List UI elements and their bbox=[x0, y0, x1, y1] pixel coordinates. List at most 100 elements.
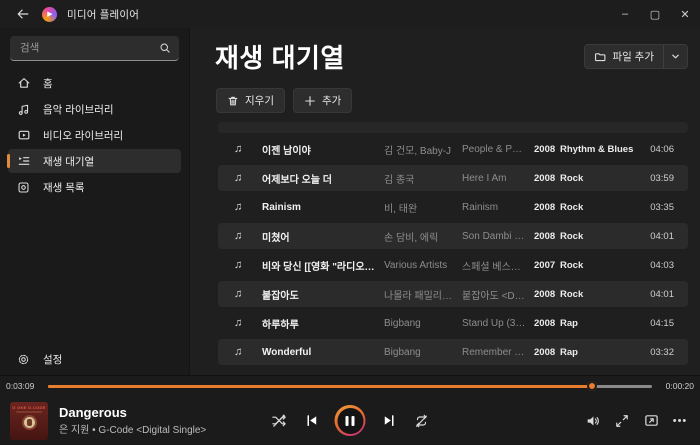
table-row[interactable]: ♫ Wonderful Bigbang Remember <Digi... 20… bbox=[218, 339, 688, 365]
table-row[interactable]: ♫ 어제보다 오늘 더 김 종국 Here I Am 2008 Rock 03:… bbox=[218, 165, 688, 191]
table-row[interactable]: ♫ 미쳤어 손 담비, 에릭 Son Dambi Mini... 2008 Ro… bbox=[218, 223, 688, 249]
song-year: 2008 bbox=[534, 202, 560, 213]
pause-icon bbox=[337, 408, 363, 434]
next-button[interactable] bbox=[379, 411, 399, 431]
song-genre: Rap bbox=[560, 318, 644, 329]
song-genre: Rock bbox=[560, 289, 644, 300]
sidebar-item-music-library[interactable]: 음악 라이브러리 bbox=[8, 97, 181, 121]
song-artist: 나몰라 패밀리, 네... bbox=[384, 287, 462, 302]
playlist-icon bbox=[16, 181, 31, 194]
shuffle-off-icon bbox=[270, 412, 287, 429]
search-input[interactable] bbox=[18, 41, 153, 55]
back-arrow-icon bbox=[16, 7, 30, 21]
minimize-button[interactable]: – bbox=[610, 0, 640, 28]
sidebar-item-label: 홈 bbox=[43, 76, 53, 91]
album-art-detail bbox=[16, 411, 42, 413]
main-content: 재생 대기열 파일 추가 지우기 bbox=[190, 28, 700, 375]
fullscreen-button[interactable] bbox=[612, 411, 632, 431]
list-row-partial[interactable] bbox=[218, 122, 688, 133]
folder-icon bbox=[594, 51, 606, 63]
song-title: 이젠 남이야 bbox=[262, 142, 384, 157]
song-year: 2008 bbox=[534, 289, 560, 300]
mini-player-icon bbox=[644, 413, 659, 428]
add-label: 추가 bbox=[322, 93, 341, 108]
volume-icon bbox=[585, 413, 601, 429]
clear-label: 지우기 bbox=[245, 93, 274, 108]
table-row[interactable]: ♫ 하루하루 Bigbang Stand Up (3rd Mi... 2008 … bbox=[218, 310, 688, 336]
sidebar-nav: 홈 음악 라이브러리 비디오 라이브러리 bbox=[8, 71, 181, 199]
close-button[interactable]: ✕ bbox=[670, 0, 700, 28]
now-playing-subtitle: 은 지원 • G-Code <Digital Single> bbox=[59, 421, 206, 436]
song-genre: Rap bbox=[560, 347, 644, 358]
song-year: 2008 bbox=[534, 231, 560, 242]
sidebar-item-play-queue[interactable]: 재생 대기열 bbox=[8, 149, 181, 173]
shuffle-button[interactable] bbox=[269, 411, 289, 431]
seek-bar[interactable] bbox=[48, 381, 652, 391]
music-note-icon: ♫ bbox=[234, 288, 242, 300]
video-icon bbox=[16, 128, 31, 142]
table-row[interactable]: ♫ Dangerous 은 지원 G-Code <Digital... 2008… bbox=[218, 368, 688, 375]
add-file-dropdown[interactable] bbox=[664, 45, 687, 68]
table-row[interactable]: ♫ 비와 당신 [[영화 "라디오스타"]] Various Artists 스… bbox=[218, 252, 688, 278]
previous-icon bbox=[304, 413, 319, 428]
song-artist: Bigbang bbox=[384, 318, 462, 329]
pause-button[interactable] bbox=[335, 405, 366, 436]
song-duration: 04:15 bbox=[644, 318, 674, 329]
song-title: 붙잡아도 bbox=[262, 287, 384, 302]
song-year: 2008 bbox=[534, 318, 560, 329]
search-box[interactable] bbox=[10, 36, 179, 61]
sidebar-item-label: 음악 라이브러리 bbox=[43, 102, 114, 117]
song-artist: 손 담비, 에릭 bbox=[384, 229, 462, 244]
maximize-button[interactable]: ▢ bbox=[640, 0, 670, 28]
music-note-icon: ♫ bbox=[234, 172, 242, 184]
song-title: Wonderful bbox=[262, 347, 384, 358]
song-year: 2008 bbox=[534, 173, 560, 184]
progress-thumb[interactable] bbox=[587, 381, 597, 391]
previous-button[interactable] bbox=[302, 411, 322, 431]
album-art-emblem bbox=[22, 415, 37, 430]
sidebar-item-settings[interactable]: 설정 bbox=[8, 347, 181, 371]
clear-queue-button[interactable]: 지우기 bbox=[216, 88, 285, 113]
table-row[interactable]: ♫ 이젠 남이야 김 건모, Baby-J People & People 20… bbox=[218, 136, 688, 162]
sidebar-item-label: 재생 대기열 bbox=[43, 154, 94, 169]
back-button[interactable] bbox=[14, 5, 32, 23]
album-art-text: G ONE D-CODE bbox=[12, 405, 45, 410]
gear-icon bbox=[16, 353, 31, 366]
music-note-icon: ♫ bbox=[234, 143, 242, 155]
sidebar-item-home[interactable]: 홈 bbox=[8, 71, 181, 95]
sidebar-item-label: 비디오 라이브러리 bbox=[43, 128, 123, 143]
song-album: Stand Up (3rd Mi... bbox=[462, 318, 534, 329]
home-icon bbox=[16, 76, 31, 90]
page-title: 재생 대기열 bbox=[215, 38, 345, 75]
player-bar: 0:03:09 0:00:20 G ONE D-CODE Dangerous 은… bbox=[0, 375, 700, 445]
volume-button[interactable] bbox=[583, 411, 603, 431]
add-file-button[interactable]: 파일 추가 bbox=[585, 45, 663, 68]
song-title: 하루하루 bbox=[262, 316, 384, 331]
song-album: People & People bbox=[462, 144, 534, 155]
song-title: 미쳤어 bbox=[262, 229, 384, 244]
now-playing-info[interactable]: G ONE D-CODE Dangerous 은 지원 • G-Code <Di… bbox=[10, 402, 206, 440]
song-genre: Rock bbox=[560, 260, 644, 271]
plus-icon bbox=[304, 95, 316, 107]
add-file-split-button[interactable]: 파일 추가 bbox=[584, 44, 688, 69]
song-duration: 04:06 bbox=[644, 144, 674, 155]
progress-fill bbox=[48, 385, 592, 388]
song-genre: Rock bbox=[560, 173, 644, 184]
sidebar-item-playlists[interactable]: 재생 목록 bbox=[8, 175, 181, 199]
sidebar-item-video-library[interactable]: 비디오 라이브러리 bbox=[8, 123, 181, 147]
repeat-button[interactable] bbox=[412, 411, 432, 431]
song-genre: Rock bbox=[560, 231, 644, 242]
mini-player-button[interactable] bbox=[641, 411, 661, 431]
song-duration: 04:01 bbox=[644, 289, 674, 300]
song-genre: Rhythm & Blues bbox=[560, 144, 644, 155]
trash-icon bbox=[227, 95, 239, 107]
table-row[interactable]: ♫ Rainism 비, 태완 Rainism 2008 Rock 03:35 bbox=[218, 194, 688, 220]
more-options-button[interactable]: ••• bbox=[670, 411, 690, 431]
song-album: Here I Am bbox=[462, 173, 534, 184]
table-row[interactable]: ♫ 붙잡아도 나몰라 패밀리, 네... 붙잡아도 <Digital... 20… bbox=[218, 281, 688, 307]
song-year: 2008 bbox=[534, 144, 560, 155]
titlebar: ▶ 미디어 플레이어 – ▢ ✕ bbox=[0, 0, 700, 28]
add-to-queue-button[interactable]: 추가 bbox=[293, 88, 352, 113]
song-artist: Bigbang bbox=[384, 347, 462, 358]
song-artist: Various Artists bbox=[384, 260, 462, 271]
